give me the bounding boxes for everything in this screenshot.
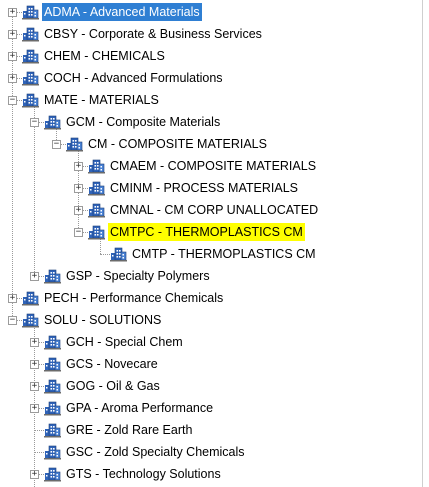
building-icon	[44, 444, 61, 460]
expand-toggle-icon[interactable]: +	[8, 30, 17, 39]
expand-toggle-icon[interactable]: +	[8, 52, 17, 61]
tree-node-label[interactable]: GSP - Specialty Polymers	[64, 267, 212, 285]
building-icon	[22, 48, 39, 64]
building-icon	[44, 356, 61, 372]
tree-view[interactable]: + ADMA - Advanced Materials + CBSY - Corpor…	[0, 0, 420, 487]
expand-toggle-icon[interactable]: +	[74, 162, 83, 171]
tree-node[interactable]: + CMINM - PROCESS MATERIALS	[0, 179, 420, 198]
tree-node-label[interactable]: COCH - Advanced Formulations	[42, 69, 225, 87]
tree-node[interactable]: GRE - Zold Rare Earth	[0, 421, 420, 440]
building-icon	[44, 466, 61, 482]
tree-node[interactable]: + GCS - Novecare	[0, 355, 420, 374]
expand-toggle-icon[interactable]: +	[30, 338, 39, 347]
building-icon	[22, 70, 39, 86]
tree-node-label[interactable]: GPA - Aroma Performance	[64, 399, 215, 417]
collapse-toggle-icon[interactable]: −	[8, 316, 17, 325]
tree-node-label[interactable]: CBSY - Corporate & Business Services	[42, 25, 264, 43]
building-icon	[22, 312, 39, 328]
tree-node[interactable]: − SOLU - SOLUTIONS	[0, 311, 420, 330]
collapse-toggle-icon[interactable]: −	[52, 140, 61, 149]
tree-node-label[interactable]: GCM - Composite Materials	[64, 113, 222, 131]
tree-node[interactable]: + CHEM - CHEMICALS	[0, 47, 420, 66]
tree-node-label[interactable]: GCH - Special Chem	[64, 333, 185, 351]
tree-node[interactable]: + GOG - Oil & Gas	[0, 377, 420, 396]
expand-toggle-icon[interactable]: +	[30, 382, 39, 391]
tree-node-label[interactable]: ADMA - Advanced Materials	[42, 3, 202, 21]
building-icon	[88, 180, 105, 196]
tree-node-label[interactable]: MATE - MATERIALS	[42, 91, 161, 109]
building-icon	[44, 400, 61, 416]
tree-node-label[interactable]: GTS - Technology Solutions	[64, 465, 223, 483]
building-icon	[44, 422, 61, 438]
tree-node[interactable]: + COCH - Advanced Formulations	[0, 69, 420, 88]
building-icon	[110, 246, 127, 262]
building-icon	[44, 334, 61, 350]
tree-frame: + ADMA - Advanced Materials + CBSY - Corpor…	[0, 0, 423, 487]
tree-node-label[interactable]: CMTPC - THERMOPLASTICS CM	[108, 223, 305, 241]
tree-node-label[interactable]: GCS - Novecare	[64, 355, 160, 373]
building-icon	[88, 158, 105, 174]
expand-toggle-icon[interactable]: +	[8, 74, 17, 83]
expand-toggle-icon[interactable]: +	[74, 184, 83, 193]
building-icon	[88, 202, 105, 218]
collapse-toggle-icon[interactable]: −	[74, 228, 83, 237]
building-icon	[22, 26, 39, 42]
tree-node[interactable]: − GCM - Composite Materials	[0, 113, 420, 132]
tree-node[interactable]: + GCH - Special Chem	[0, 333, 420, 352]
tree-node-label[interactable]: CMTP - THERMOPLASTICS CM	[130, 245, 318, 263]
tree-node-label[interactable]: GSC - Zold Specialty Chemicals	[64, 443, 247, 461]
tree-node-label[interactable]: GRE - Zold Rare Earth	[64, 421, 194, 439]
tree-node[interactable]: + GTS - Technology Solutions	[0, 465, 420, 484]
building-icon	[22, 290, 39, 306]
tree-node[interactable]: + GPA - Aroma Performance	[0, 399, 420, 418]
tree-node[interactable]: + PECH - Performance Chemicals	[0, 289, 420, 308]
tree-node[interactable]: − CM - COMPOSITE MATERIALS	[0, 135, 420, 154]
tree-node[interactable]: + CMAEM - COMPOSITE MATERIALS	[0, 157, 420, 176]
tree-node[interactable]: GSC - Zold Specialty Chemicals	[0, 443, 420, 462]
expand-toggle-icon[interactable]: +	[30, 404, 39, 413]
expand-toggle-icon[interactable]: +	[30, 360, 39, 369]
tree-node-label[interactable]: PECH - Performance Chemicals	[42, 289, 225, 307]
tree-node-label[interactable]: CMNAL - CM CORP UNALLOCATED	[108, 201, 320, 219]
tree-node[interactable]: + ADMA - Advanced Materials	[0, 3, 420, 22]
tree-node-label[interactable]: CMAEM - COMPOSITE MATERIALS	[108, 157, 318, 175]
tree-node[interactable]: + CMNAL - CM CORP UNALLOCATED	[0, 201, 420, 220]
expand-toggle-icon[interactable]: +	[8, 8, 17, 17]
tree-node-label[interactable]: GOG - Oil & Gas	[64, 377, 162, 395]
expand-toggle-icon[interactable]: +	[8, 294, 17, 303]
tree-node[interactable]: + CBSY - Corporate & Business Services	[0, 25, 420, 44]
expand-toggle-icon[interactable]: +	[30, 272, 39, 281]
building-icon	[22, 4, 39, 20]
tree-node-label[interactable]: CM - COMPOSITE MATERIALS	[86, 135, 269, 153]
tree-node-label[interactable]: CMINM - PROCESS MATERIALS	[108, 179, 300, 197]
tree-node[interactable]: − MATE - MATERIALS	[0, 91, 420, 110]
tree-node-label[interactable]: SOLU - SOLUTIONS	[42, 311, 163, 329]
building-icon	[44, 378, 61, 394]
tree-node[interactable]: + GSP - Specialty Polymers	[0, 267, 420, 286]
collapse-toggle-icon[interactable]: −	[8, 96, 17, 105]
expand-toggle-icon[interactable]: +	[30, 470, 39, 479]
building-icon	[22, 92, 39, 108]
building-icon	[44, 114, 61, 130]
expand-toggle-icon[interactable]: +	[74, 206, 83, 215]
tree-node[interactable]: − CMTPC - THERMOPLASTICS CM	[0, 223, 420, 242]
building-icon	[88, 224, 105, 240]
tree-node-label[interactable]: CHEM - CHEMICALS	[42, 47, 167, 65]
collapse-toggle-icon[interactable]: −	[30, 118, 39, 127]
building-icon	[44, 268, 61, 284]
tree-node[interactable]: CMTP - THERMOPLASTICS CM	[0, 245, 420, 264]
building-icon	[66, 136, 83, 152]
